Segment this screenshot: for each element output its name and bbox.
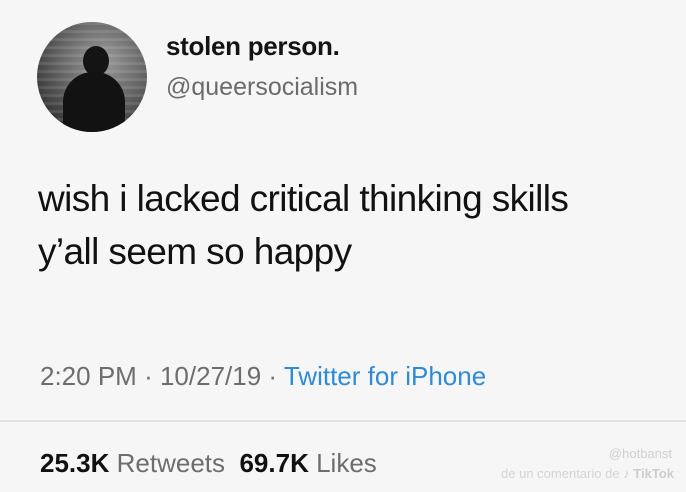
watermark-username: @hotbanst (608, 446, 672, 461)
retweets-stat[interactable]: 25.3K Retweets (40, 448, 225, 478)
retweets-label: Retweets (116, 448, 226, 478)
tweet-time[interactable]: 2:20 PM (40, 361, 137, 391)
display-name[interactable]: stolen person. (166, 31, 340, 62)
tweet-line-2: y’all seem so happy (38, 231, 352, 272)
likes-stat[interactable]: 69.7K Likes (239, 448, 376, 478)
meta-separator-2: · (268, 361, 278, 391)
tweet-text: wish i lacked critical thinking skills y… (38, 172, 569, 278)
divider (0, 420, 686, 422)
likes-count: 69.7K (239, 448, 309, 478)
retweets-count: 25.3K (40, 448, 110, 478)
watermark-prefix: de un comentario de (501, 466, 620, 481)
meta-separator: · (144, 361, 153, 391)
tweet-source-link[interactable]: Twitter for iPhone (284, 361, 486, 391)
tweet-line-1: wish i lacked critical thinking skills (38, 178, 569, 219)
tweet-meta: 2:20 PM · 10/27/19 · Twitter for iPhone (40, 361, 486, 392)
tiktok-logo-icon: ♪ TikTok (623, 466, 674, 481)
avatar[interactable] (37, 22, 147, 132)
tweet-date[interactable]: 10/27/19 (160, 361, 261, 391)
avatar-figure-body (63, 72, 125, 132)
likes-label: Likes (316, 448, 377, 478)
tweet-stats: 25.3K Retweets 69.7K Likes (40, 448, 377, 479)
watermark-tiktok: de un comentario de ♪ TikTok (501, 466, 674, 481)
user-handle[interactable]: @queersocialism (166, 73, 358, 102)
